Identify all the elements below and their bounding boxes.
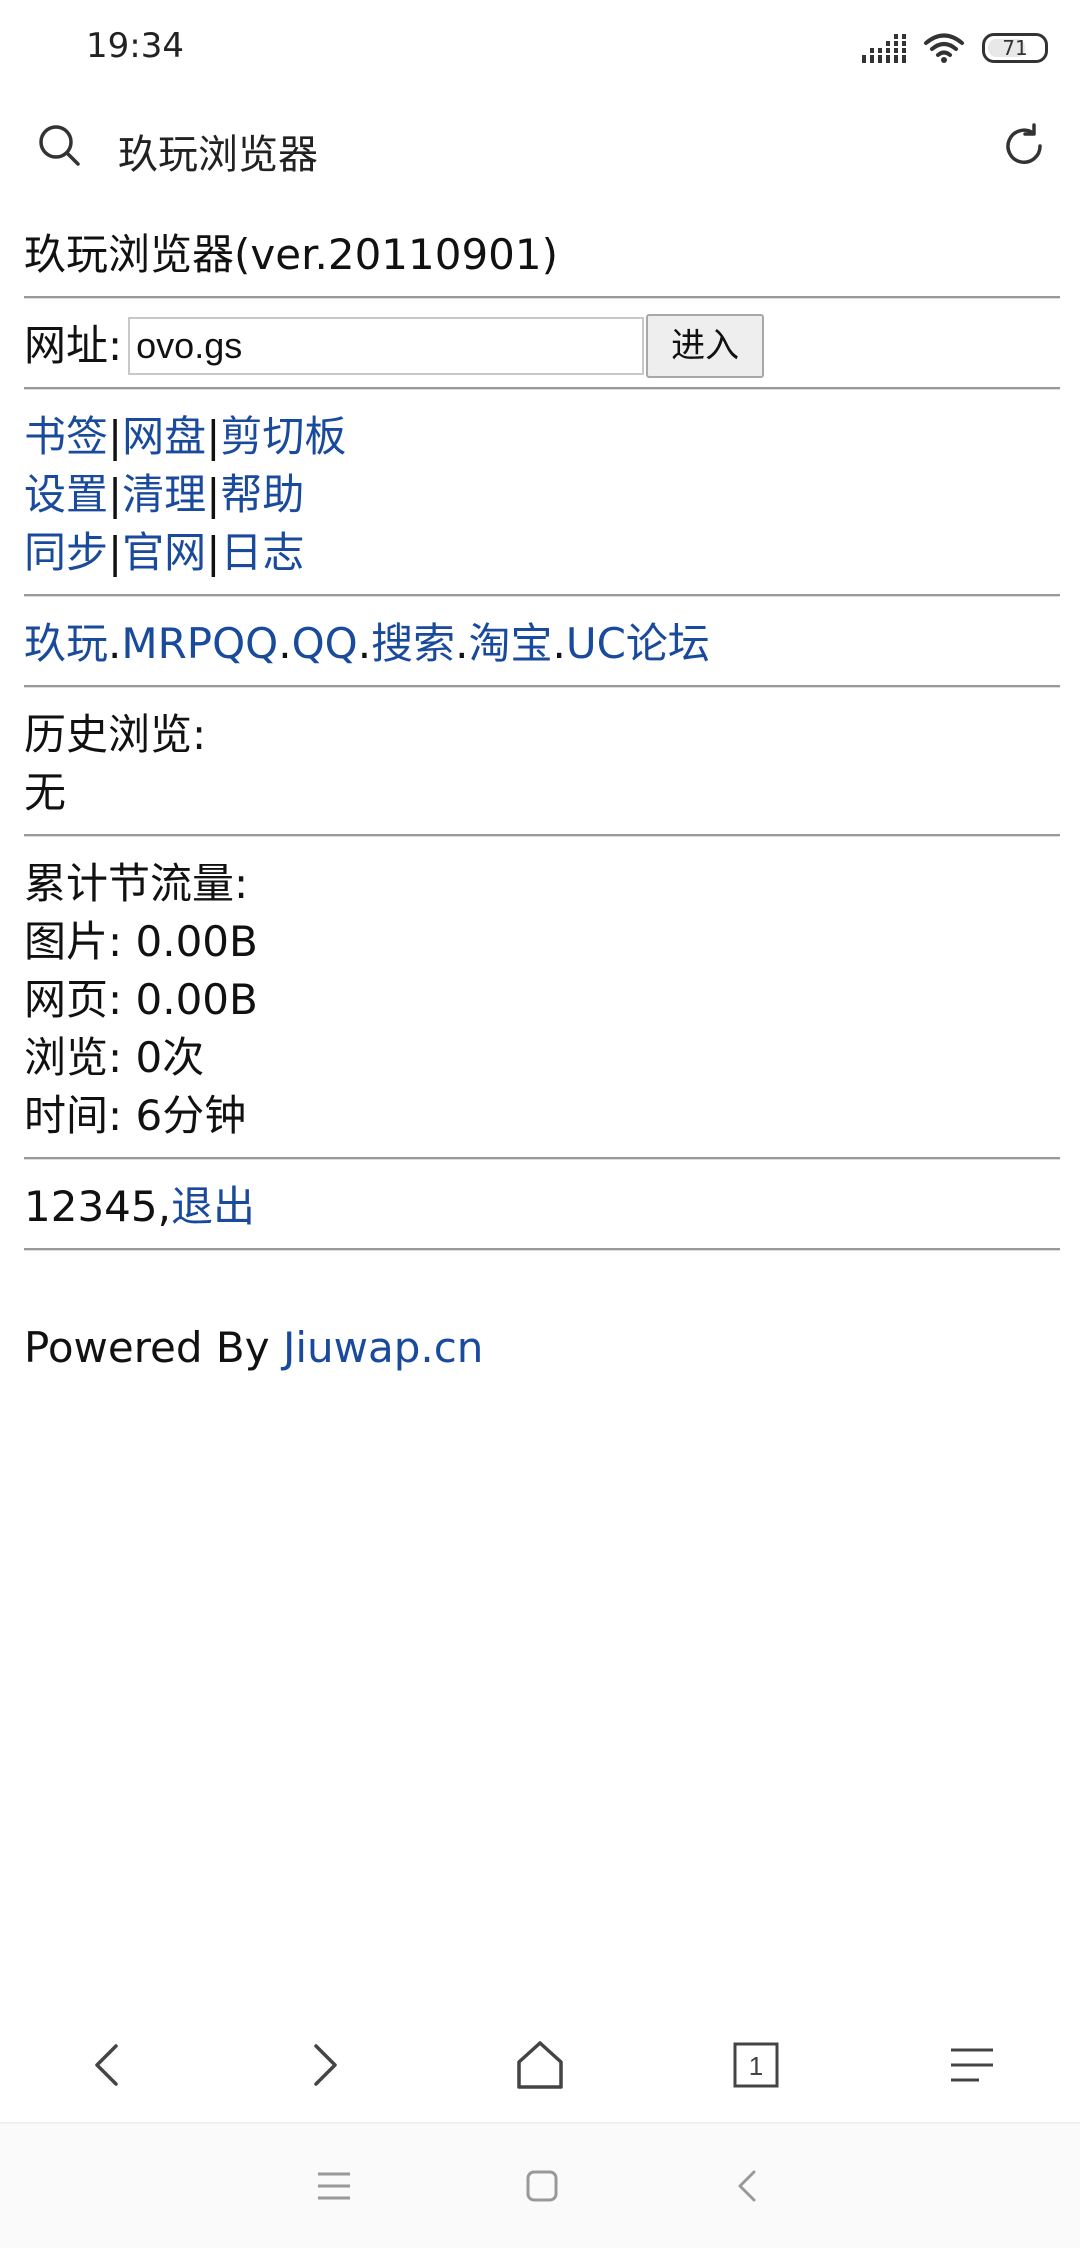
traffic-label: 累计节流量: xyxy=(24,859,249,908)
tabs-button[interactable]: 1 xyxy=(716,2025,796,2105)
history-label: 历史浏览: xyxy=(24,710,207,759)
clean-link[interactable]: 清理 xyxy=(122,470,206,519)
stat-value: 0次 xyxy=(135,1033,205,1082)
status-icons: 71 xyxy=(862,28,1048,68)
system-back-icon[interactable] xyxy=(730,2168,766,2204)
sync-link[interactable]: 同步 xyxy=(24,528,108,577)
separator: . xyxy=(278,619,292,668)
bookmarks-link[interactable]: 书签 xyxy=(24,412,108,461)
stat-label: 网页: xyxy=(24,975,123,1024)
home-icon xyxy=(517,2041,563,2089)
stat-label: 浏览: xyxy=(24,1033,123,1082)
divider xyxy=(24,387,1060,390)
search-text[interactable]: 玖玩浏览器 xyxy=(118,122,318,180)
browser-nav: 1 xyxy=(0,2010,1080,2120)
chevron-left-icon xyxy=(95,2044,118,2086)
separator: | xyxy=(108,412,123,461)
status-time: 19:34 xyxy=(86,26,184,66)
stat-value: 0.00B xyxy=(135,917,258,966)
separator: | xyxy=(108,470,123,519)
traffic-section: 累计节流量: 图片: 0.00B 网页: 0.00B 浏览: 0次 时间: 6分… xyxy=(24,851,1060,1149)
back-button[interactable] xyxy=(68,2025,148,2105)
settings-link[interactable]: 设置 xyxy=(24,470,108,519)
stat-images: 图片: 0.00B xyxy=(24,913,1060,971)
separator: | xyxy=(206,470,221,519)
divider xyxy=(24,296,1060,299)
menu-icon xyxy=(951,2048,993,2082)
quick-link-taobao[interactable]: 淘宝 xyxy=(468,619,552,668)
divider xyxy=(24,1157,1060,1160)
divider xyxy=(24,685,1060,688)
stat-views: 浏览: 0次 xyxy=(24,1029,1060,1087)
cloud-disk-link[interactable]: 网盘 xyxy=(122,412,206,461)
menu-button[interactable] xyxy=(932,2025,1012,2105)
url-label: 网址: xyxy=(24,321,123,370)
divider xyxy=(24,594,1060,597)
quick-link-uc-forum[interactable]: UC论坛 xyxy=(566,619,710,668)
user-row: 12345,退出 xyxy=(24,1174,1060,1240)
enter-button[interactable]: 进入 xyxy=(646,314,765,378)
help-link[interactable]: 帮助 xyxy=(220,470,304,519)
powered-prefix: Powered By xyxy=(24,1323,283,1372)
stat-pages: 网页: 0.00B xyxy=(24,971,1060,1029)
divider xyxy=(24,1248,1060,1251)
home-button[interactable] xyxy=(500,2025,580,2105)
menu-row-3: 同步|官网|日志 xyxy=(24,524,1060,582)
menu-row-2: 设置|清理|帮助 xyxy=(24,466,1060,524)
chevron-right-icon xyxy=(314,2044,337,2086)
user-id: 12345, xyxy=(24,1182,171,1231)
url-input[interactable] xyxy=(128,317,645,375)
divider xyxy=(24,834,1060,837)
powered-by: Powered By Jiuwap.cn xyxy=(24,1315,1060,1381)
tab-count: 1 xyxy=(749,2051,763,2081)
system-nav xyxy=(0,2124,1080,2248)
log-link[interactable]: 日志 xyxy=(220,528,304,577)
stat-label: 图片: xyxy=(24,917,123,966)
quick-link-qq[interactable]: QQ xyxy=(292,619,358,668)
quick-links: 玖玩.MRPQQ.QQ.搜索.淘宝.UC论坛 xyxy=(24,611,1060,677)
history-value: 无 xyxy=(24,768,67,817)
separator: | xyxy=(206,528,221,577)
separator: . xyxy=(552,619,566,668)
recents-icon[interactable] xyxy=(314,2168,354,2204)
page-title: 玖玩浏览器(ver.20110901) xyxy=(24,230,559,279)
clipboard-link[interactable]: 剪切板 xyxy=(220,412,346,461)
quick-link-jiuwan[interactable]: 玖玩 xyxy=(24,619,108,668)
battery-level: 71 xyxy=(1002,36,1028,60)
separator: . xyxy=(108,619,122,668)
search-icon[interactable] xyxy=(36,122,84,170)
page-content: 玖玩浏览器(ver.20110901) 网址: 进入 书签|网盘|剪切板 设置|… xyxy=(24,222,1060,1381)
system-home-icon[interactable] xyxy=(524,2168,560,2204)
search-bar[interactable]: 玖玩浏览器 xyxy=(0,98,1080,202)
stat-label: 时间: xyxy=(24,1091,123,1140)
separator: . xyxy=(357,619,372,668)
stat-value: 6分钟 xyxy=(135,1091,247,1140)
battery-icon: 71 xyxy=(982,33,1048,63)
powered-link[interactable]: Jiuwap.cn xyxy=(283,1323,483,1372)
menu-links: 书签|网盘|剪切板 设置|清理|帮助 同步|官网|日志 xyxy=(24,404,1060,586)
url-row: 网址: 进入 xyxy=(24,313,1060,379)
quick-link-search[interactable]: 搜索 xyxy=(371,619,455,668)
wifi-icon xyxy=(924,33,964,63)
refresh-icon[interactable] xyxy=(1000,122,1048,170)
separator: . xyxy=(455,619,469,668)
separator: | xyxy=(108,528,123,577)
stat-value: 0.00B xyxy=(135,975,258,1024)
forward-button[interactable] xyxy=(284,2025,364,2105)
quick-link-mrpqq[interactable]: MRPQQ xyxy=(121,619,278,668)
status-bar: 19:34 71 xyxy=(0,0,1080,96)
logout-link[interactable]: 退出 xyxy=(171,1182,255,1231)
menu-row-1: 书签|网盘|剪切板 xyxy=(24,408,1060,466)
history-section: 历史浏览: 无 xyxy=(24,702,1060,826)
signal-icon xyxy=(862,34,906,63)
stat-time: 时间: 6分钟 xyxy=(24,1087,1060,1145)
separator: | xyxy=(206,412,221,461)
tabs-icon: 1 xyxy=(733,2042,779,2088)
official-site-link[interactable]: 官网 xyxy=(122,528,206,577)
